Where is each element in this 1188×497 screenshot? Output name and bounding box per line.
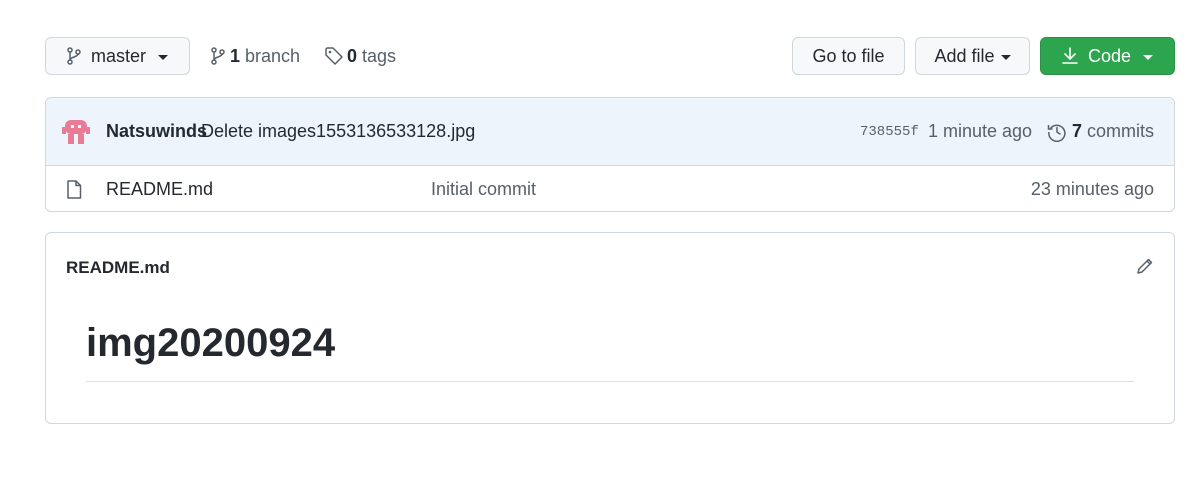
file-commit-message-link[interactable]: Initial commit	[431, 179, 536, 200]
git-branch-icon	[211, 47, 225, 65]
git-branch-icon	[67, 47, 81, 65]
chevron-down-icon	[1000, 54, 1011, 60]
file-name-link[interactable]: README.md	[106, 179, 213, 200]
commits-count: 7	[1071, 121, 1082, 141]
chevron-down-icon	[158, 54, 169, 60]
add-file-label: Add file	[934, 45, 995, 66]
commit-sha-link[interactable]: 738555f	[860, 124, 919, 140]
chevron-down-icon	[1143, 54, 1154, 60]
commit-time: 1 minute ago	[928, 121, 1033, 141]
branch-name: master	[91, 45, 147, 66]
file-commit-time: 23 minutes ago	[1030, 178, 1154, 199]
readme-panel: README.md img20200924	[45, 232, 1175, 424]
branch-label: branch	[245, 45, 301, 66]
tag-count: 0	[347, 45, 358, 66]
tag-label: tags	[362, 45, 397, 66]
go-to-file-button[interactable]: Go to file	[792, 37, 905, 75]
code-button[interactable]: Code	[1040, 37, 1175, 75]
tags-link[interactable]: 0 tags	[324, 37, 396, 75]
commits-label: commits	[1087, 121, 1154, 141]
branch-selector-button[interactable]: master	[45, 37, 190, 75]
download-icon	[1062, 47, 1078, 64]
code-label: Code	[1087, 45, 1132, 66]
commit-message-link[interactable]: Delete images1553136533128.jpg	[201, 121, 475, 142]
tag-icon	[325, 47, 343, 65]
file-browser: Natsuwinds Delete images1553136533128.jp…	[45, 97, 1175, 212]
add-file-button[interactable]: Add file	[915, 37, 1030, 75]
repo-toolbar: master 1 branch 0 tags Go to file Add fi…	[45, 37, 1175, 77]
commits-history-link[interactable]: 7 commits	[1047, 121, 1154, 142]
branch-count: 1	[230, 45, 241, 66]
readme-title-link[interactable]: README.md	[66, 258, 170, 278]
branches-link[interactable]: 1 branch	[210, 37, 300, 75]
latest-commit-bar: Natsuwinds Delete images1553136533128.jp…	[46, 98, 1174, 166]
file-row: README.md Initial commit 23 minutes ago	[46, 166, 1174, 211]
commit-author-link[interactable]: Natsuwinds	[106, 121, 207, 142]
history-icon	[1047, 124, 1066, 142]
go-to-file-label: Go to file	[812, 45, 885, 66]
pencil-icon[interactable]	[1136, 257, 1154, 275]
heading-divider	[86, 381, 1134, 382]
file-icon	[67, 180, 82, 199]
readme-heading: img20200924	[86, 321, 336, 365]
avatar[interactable]	[61, 117, 91, 147]
